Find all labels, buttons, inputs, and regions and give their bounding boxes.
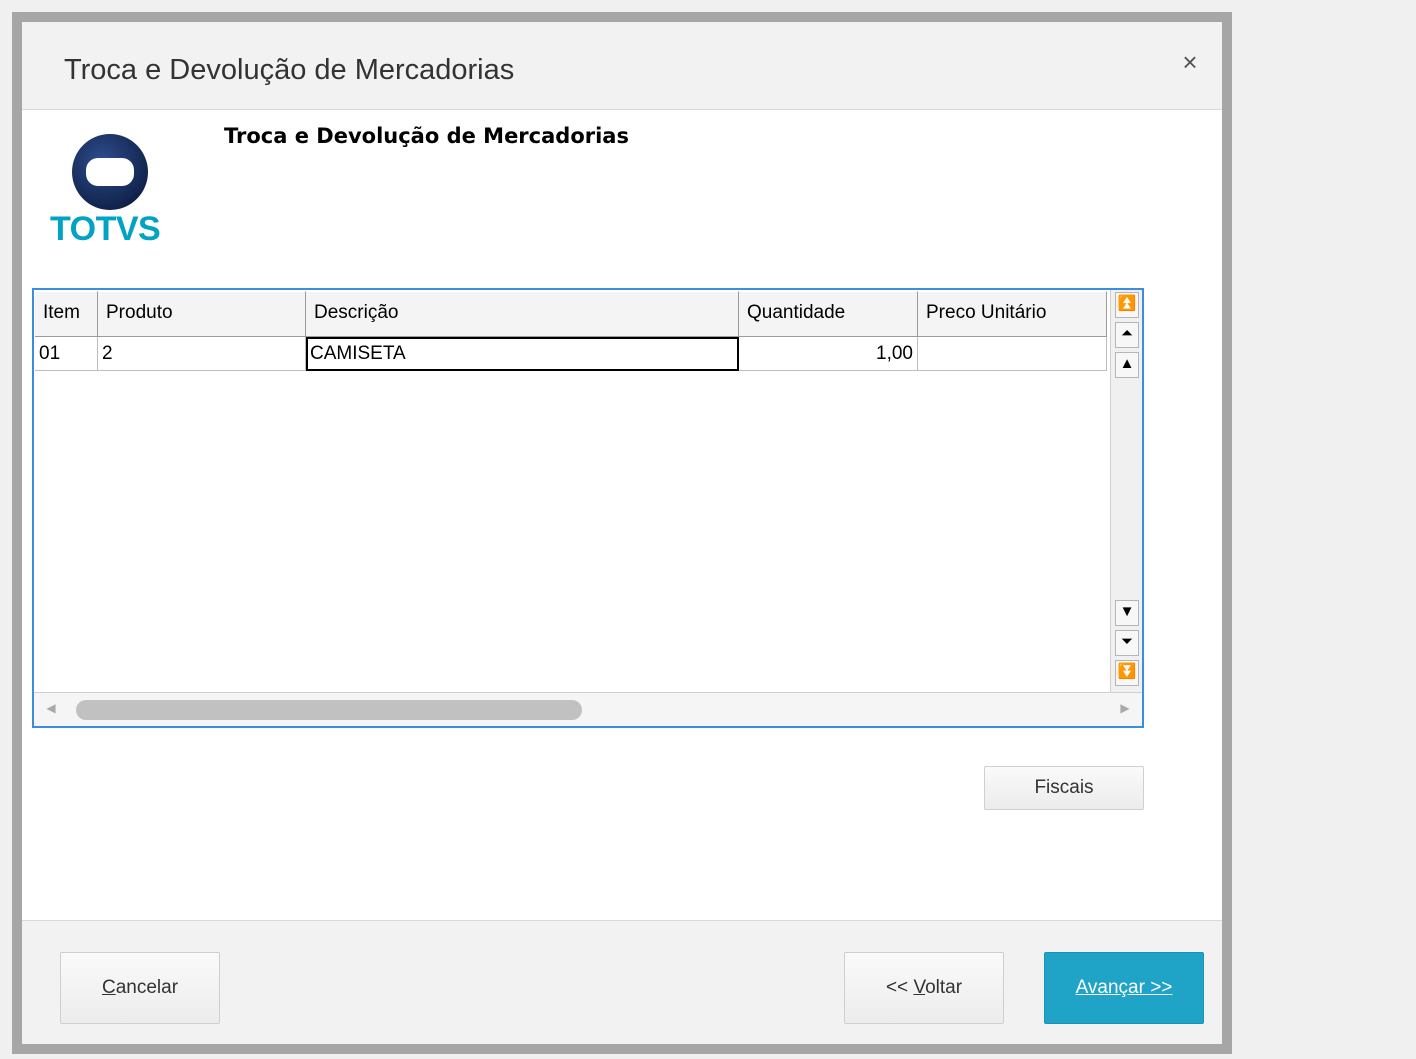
title-bar: Troca e Devolução de Mercadorias × [22,22,1222,110]
totvs-logo-mark [72,134,148,210]
next-label: Avançar >> [1075,977,1173,998]
cancel-button[interactable]: Cancelar [60,952,220,1024]
scroll-first-icon[interactable]: ⏫ [1115,292,1139,318]
column-header-preco-unitario[interactable]: Preco Unitário [918,291,1107,337]
scroll-right-icon[interactable]: ▶ [1118,701,1132,717]
scroll-up-icon[interactable]: ▲ [1115,352,1139,378]
back-label: oltar [925,977,963,998]
totvs-logo: TOTVS [50,132,170,252]
cancel-accesskey: C [101,977,116,998]
back-accesskey: V [913,977,926,998]
page-header: Troca e Devolução de Mercadorias [224,124,629,148]
table-row[interactable]: 01 2 CAMISETA 1,00 [35,337,1107,371]
column-header-item[interactable]: Item [35,291,98,337]
back-button[interactable]: << Voltar [844,952,1004,1024]
dialog-window: Troca e Devolução de Mercadorias × TOTVS… [12,12,1232,1054]
scroll-last-icon[interactable]: ⏬ [1115,660,1139,686]
cell-item[interactable]: 01 [35,337,98,371]
back-prefix: << [885,977,914,998]
horizontal-scrollbar[interactable]: ◀ ▶ [34,692,1142,726]
column-header-quantidade[interactable]: Quantidade [739,291,918,337]
close-icon[interactable]: × [1176,48,1204,76]
items-grid[interactable]: Item Produto Descrição Quantidade Preco … [32,288,1144,728]
grid-header: Item Produto Descrição Quantidade Preco … [35,291,1107,337]
cancel-label: ancelar [115,977,179,998]
window-title: Troca e Devolução de Mercadorias [64,54,515,86]
cell-produto[interactable]: 2 [98,337,306,371]
vertical-scrollbar[interactable]: ⏫ ⏶ ▲ ▼ ⏷ ⏬ [1110,290,1142,692]
column-header-descricao[interactable]: Descrição [306,291,739,337]
cell-descricao[interactable]: CAMISETA [306,337,739,371]
logo-text: TOTVS [50,210,161,248]
cell-preco-unitario[interactable] [918,337,1107,371]
fiscais-button[interactable]: Fiscais [984,766,1144,810]
horizontal-scroll-thumb[interactable] [76,700,582,720]
next-button[interactable]: Avançar >> [1044,952,1204,1024]
scroll-page-down-icon[interactable]: ⏷ [1115,630,1139,656]
column-header-produto[interactable]: Produto [98,291,306,337]
scroll-page-up-icon[interactable]: ⏶ [1115,322,1139,348]
scroll-left-icon[interactable]: ◀ [44,701,58,717]
cell-quantidade[interactable]: 1,00 [739,337,918,371]
scroll-down-icon[interactable]: ▼ [1115,600,1139,626]
